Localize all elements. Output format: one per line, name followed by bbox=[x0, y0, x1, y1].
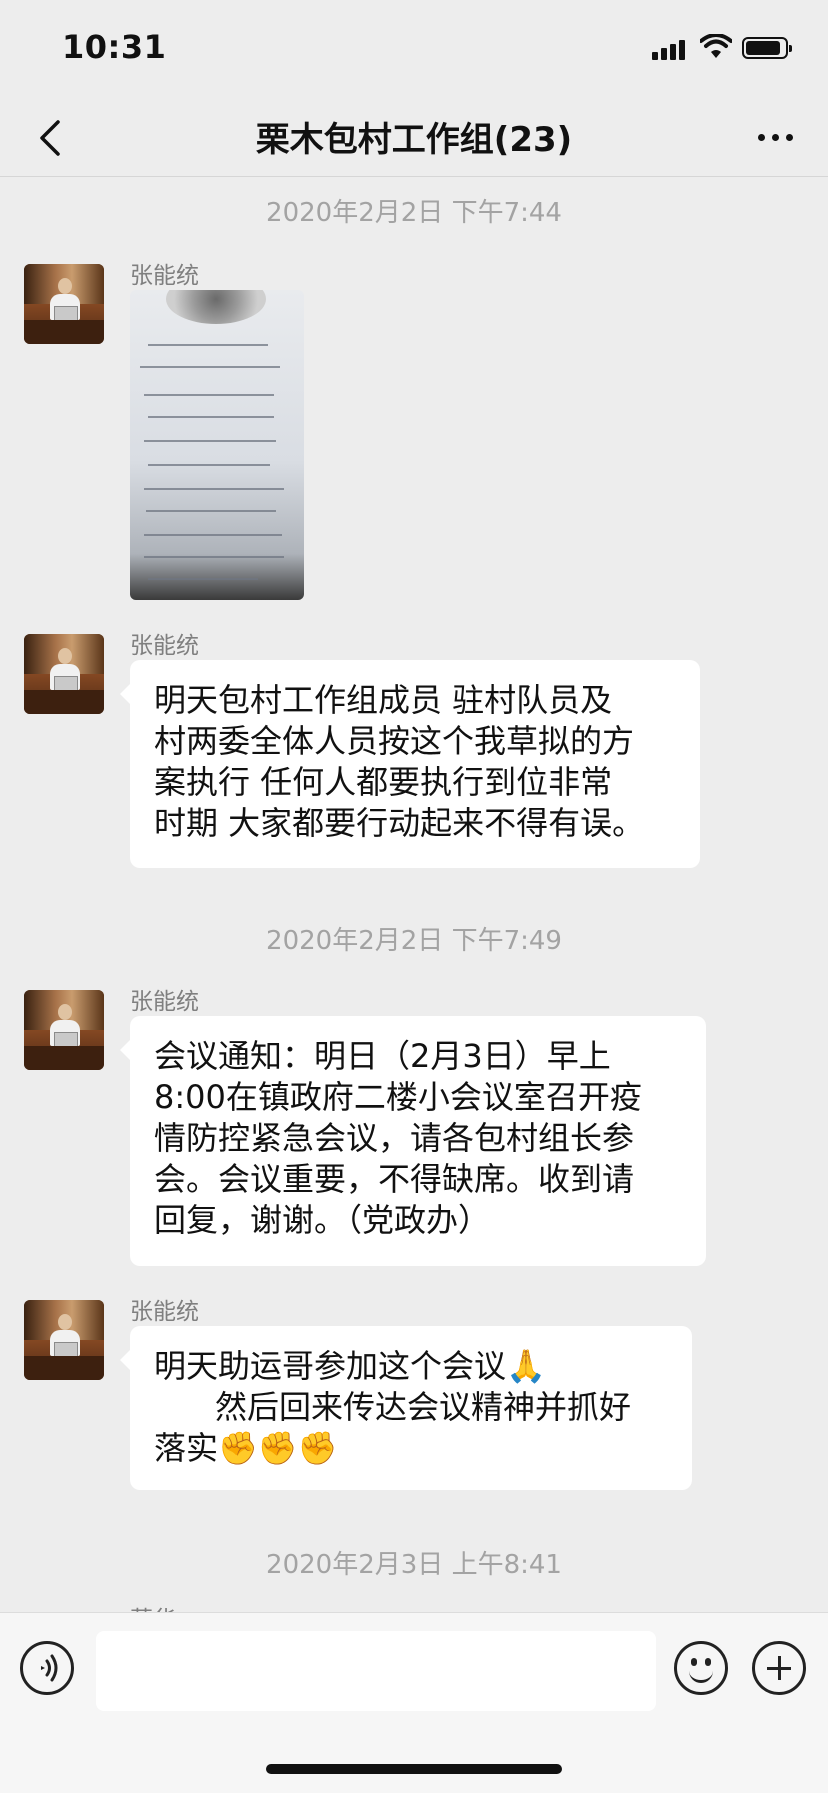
timestamp: 2020年2月2日 下午7:44 bbox=[266, 198, 562, 228]
message-text: 明天包村工作组成员 驻村队员及 村两委全体人员按这个我草拟的方 案执行 任何人都… bbox=[154, 681, 645, 842]
chat-title: 栗木包村工作组(23) bbox=[255, 120, 573, 160]
home-indicator bbox=[266, 1764, 562, 1774]
message-text: 会议通知：明日（2月3日）早上 8:00在镇政府二楼小会议室召开疫 情防控紧急会… bbox=[154, 1037, 642, 1239]
avatar[interactable] bbox=[24, 990, 104, 1070]
avatar[interactable] bbox=[24, 1300, 104, 1380]
timestamp: 2020年2月3日 上午8:41 bbox=[266, 1550, 562, 1580]
sender-name: 张能统 bbox=[130, 263, 199, 289]
plus-icon[interactable] bbox=[752, 1641, 806, 1695]
sender-name: 张能统 bbox=[130, 1299, 199, 1325]
status-bar: 10:31 bbox=[0, 0, 828, 100]
smiley-icon[interactable] bbox=[674, 1641, 728, 1695]
nav-bar: 栗木包村工作组(23) bbox=[0, 100, 828, 177]
message-text: 明天助运哥参加这个会议🙏 然后回来传达会议精神并抓好 落实✊✊✊ bbox=[154, 1347, 632, 1467]
timestamp: 2020年2月2日 下午7:49 bbox=[266, 926, 562, 956]
cellular-signal-icon bbox=[652, 38, 688, 60]
voice-icon[interactable] bbox=[20, 1641, 74, 1695]
message-bubble[interactable]: 明天助运哥参加这个会议🙏 然后回来传达会议精神并抓好 落实✊✊✊ bbox=[120, 1326, 692, 1490]
wifi-icon bbox=[700, 34, 732, 58]
avatar[interactable] bbox=[24, 634, 104, 714]
status-time: 10:31 bbox=[62, 28, 167, 66]
battery-icon bbox=[742, 37, 792, 59]
message-bubble[interactable]: 明天包村工作组成员 驻村队员及 村两委全体人员按这个我草拟的方 案执行 任何人都… bbox=[120, 660, 700, 868]
avatar[interactable] bbox=[24, 264, 104, 344]
ellipsis-icon[interactable] bbox=[754, 124, 798, 152]
message-bubble[interactable]: 会议通知：明日（2月3日）早上 8:00在镇政府二楼小会议室召开疫 情防控紧急会… bbox=[120, 1016, 706, 1266]
sender-name: 张能统 bbox=[130, 989, 199, 1015]
message-input[interactable] bbox=[96, 1631, 656, 1711]
image-message[interactable] bbox=[130, 290, 304, 600]
sender-name: 张能统 bbox=[130, 633, 199, 659]
